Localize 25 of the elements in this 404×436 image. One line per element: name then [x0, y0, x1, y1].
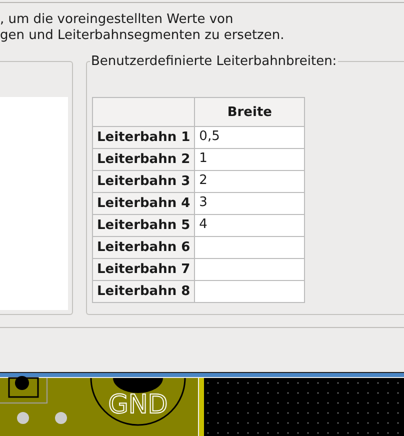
- table-cell[interactable]: [194, 258, 305, 280]
- row-header: Leiterbahn 8: [92, 280, 195, 302]
- board-edge: [199, 378, 204, 436]
- row-header: Leiterbahn 1: [92, 126, 195, 148]
- table-cell[interactable]: 1: [194, 148, 305, 170]
- row-header: Leiterbahn 7: [92, 258, 195, 280]
- table-cell[interactable]: [194, 236, 305, 258]
- column-header: Breite: [194, 98, 305, 126]
- row-header: Leiterbahn 4: [92, 192, 195, 214]
- table-cell[interactable]: 2: [194, 170, 305, 192]
- row-header: Leiterbahn 6: [92, 236, 195, 258]
- pad-hole: [17, 412, 29, 424]
- table-cell[interactable]: 3: [194, 192, 305, 214]
- description-text: gen und Leiterbahnsegmenten zu ersetzen.: [0, 28, 286, 44]
- description-text: , um die voreingestellten Werte von: [0, 12, 234, 28]
- row-header: Leiterbahn 5: [92, 214, 195, 236]
- row-header: Leiterbahn 3: [92, 170, 195, 192]
- footprint-drawing: [0, 376, 48, 404]
- pad-hole: [55, 412, 67, 424]
- row-header: Leiterbahn 2: [92, 148, 195, 170]
- table-cell[interactable]: 4: [194, 214, 305, 236]
- table-cell[interactable]: [194, 280, 305, 302]
- table-cell[interactable]: 0,5: [194, 126, 305, 148]
- pad-label: GND: [108, 390, 168, 420]
- grid-area[interactable]: [204, 378, 404, 436]
